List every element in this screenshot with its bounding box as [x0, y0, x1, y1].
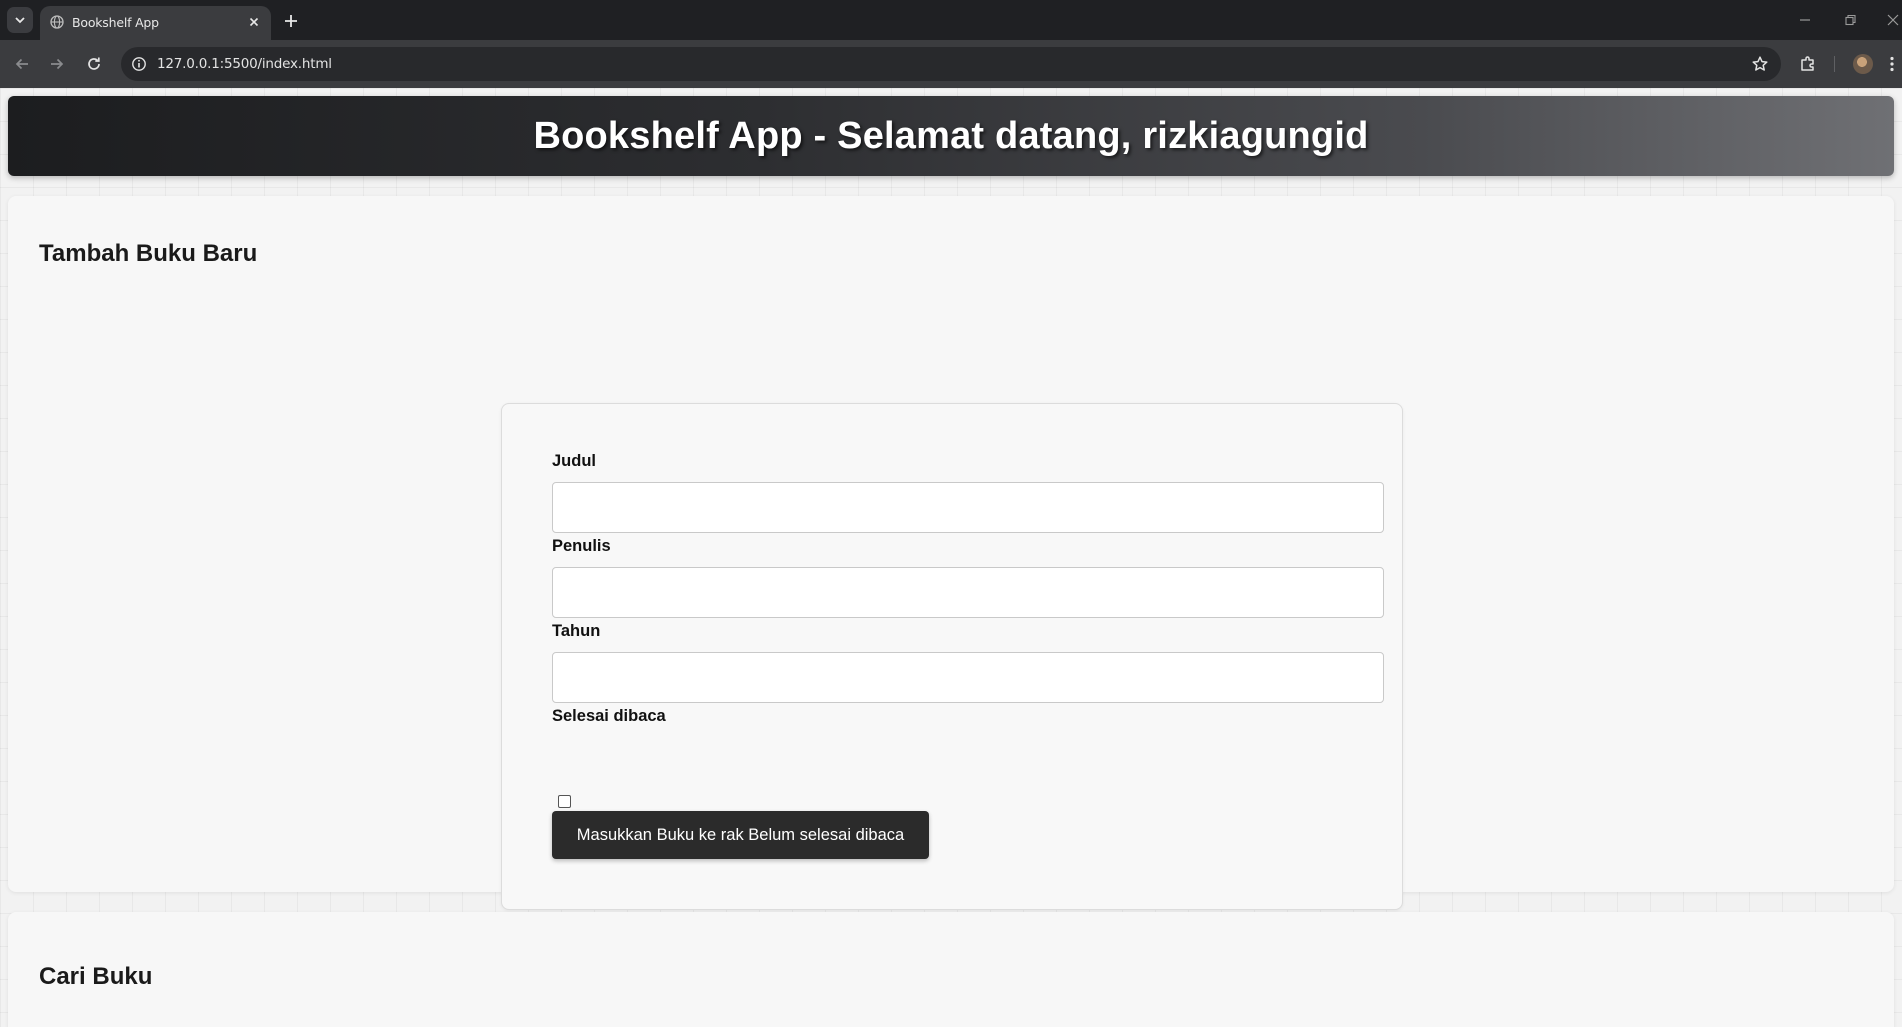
add-book-section: Tambah Buku Baru Judul Penulis Tahun Sel… [8, 196, 1894, 910]
search-book-section: Cari Buku [8, 912, 1894, 1027]
globe-icon [50, 15, 64, 29]
address-bar[interactable]: 127.0.0.1:5500/index.html [121, 47, 1781, 81]
chevron-down-icon [15, 17, 25, 24]
browser-toolbar: 127.0.0.1:5500/index.html [0, 40, 1902, 88]
window-close-icon[interactable] [1886, 13, 1900, 27]
extensions-puzzle-icon[interactable] [1799, 55, 1817, 73]
minimize-icon[interactable] [1798, 13, 1812, 27]
year-label: Tahun [552, 622, 601, 640]
toolbar-separator [1834, 56, 1835, 72]
author-label: Penulis [552, 537, 611, 555]
profile-avatar[interactable] [1853, 54, 1873, 74]
url-text: 127.0.0.1:5500/index.html [157, 56, 332, 72]
title-label: Judul [552, 452, 596, 470]
tab-title: Bookshelf App [72, 15, 159, 30]
back-arrow-icon[interactable] [13, 55, 31, 73]
year-input[interactable] [552, 652, 1384, 703]
add-book-form: Judul Penulis Tahun Selesai dibaca Masuk… [501, 403, 1403, 910]
add-book-heading: Tambah Buku Baru [39, 240, 258, 267]
search-book-heading: Cari Buku [39, 963, 153, 990]
complete-label: Selesai dibaca [552, 707, 666, 725]
submit-book-button[interactable]: Masukkan Buku ke rak Belum selesai dibac… [552, 811, 929, 859]
reload-icon[interactable] [85, 55, 103, 73]
page-viewport: Bookshelf App - Selamat datang, rizkiagu… [0, 88, 1902, 1027]
bookmark-star-icon[interactable] [1751, 55, 1769, 73]
author-input[interactable] [552, 567, 1384, 618]
page-title: Bookshelf App - Selamat datang, rizkiagu… [533, 114, 1369, 157]
tab-search-button[interactable] [7, 7, 33, 33]
new-tab-plus-icon[interactable] [282, 12, 300, 30]
forward-arrow-icon[interactable] [48, 55, 66, 73]
title-input[interactable] [552, 482, 1384, 533]
app-header: Bookshelf App - Selamat datang, rizkiagu… [8, 96, 1894, 176]
browser-tab[interactable]: Bookshelf App [40, 6, 271, 40]
restore-icon[interactable] [1843, 13, 1857, 27]
complete-checkbox[interactable] [558, 795, 571, 808]
browser-tab-bar: Bookshelf App [0, 0, 1902, 40]
close-icon[interactable] [247, 15, 261, 29]
more-menu-icon[interactable] [1887, 55, 1897, 73]
site-info-icon[interactable] [131, 56, 147, 72]
